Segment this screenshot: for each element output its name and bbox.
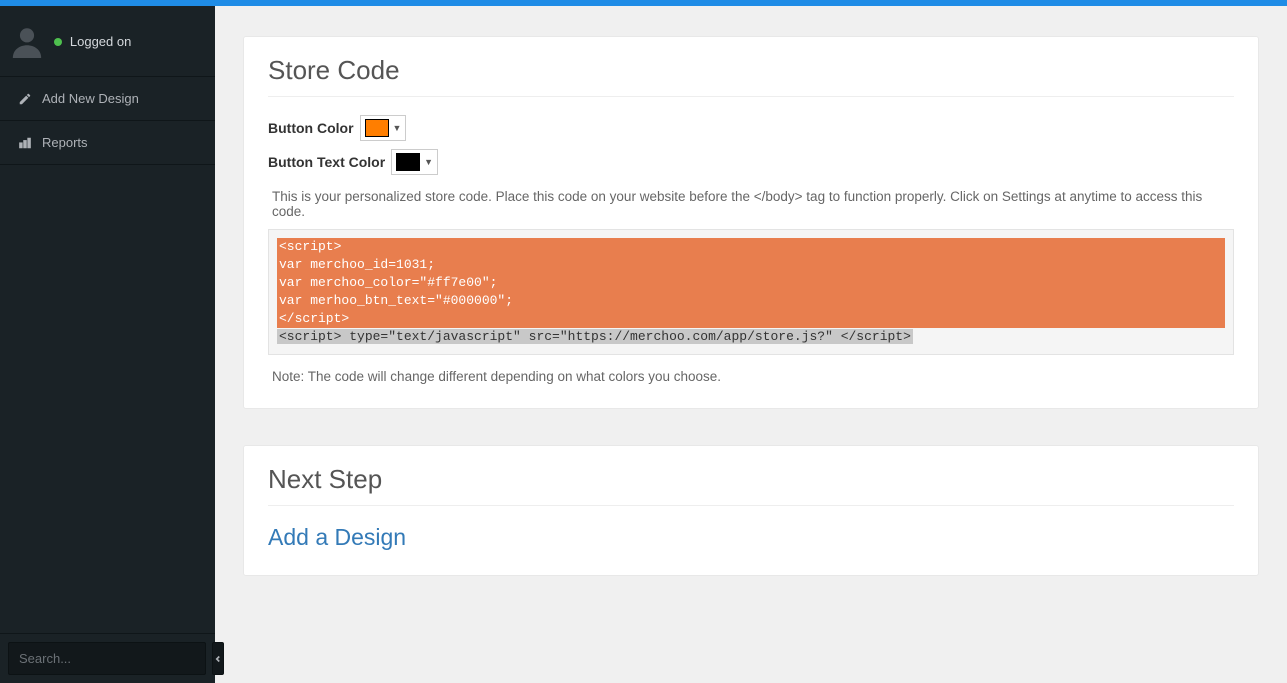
panel-title: Store Code — [268, 55, 1234, 97]
edit-icon — [18, 92, 32, 106]
code-highlight-main: <script> var merchoo_id=1031; var mercho… — [277, 238, 1225, 328]
button-text-color-picker[interactable]: ▼ — [391, 149, 438, 175]
store-code-panel: Store Code Button Color ▼ Button Text Co… — [243, 36, 1259, 409]
caret-down-icon: ▼ — [424, 157, 433, 167]
status-text: Logged on — [70, 34, 131, 49]
sidebar-item-add-design[interactable]: Add New Design — [0, 77, 215, 121]
button-text-color-row: Button Text Color ▼ — [268, 149, 1234, 175]
code-content: <script> var merchoo_id=1031; var mercho… — [277, 238, 1225, 346]
button-color-row: Button Color ▼ — [268, 115, 1234, 141]
bar-chart-icon — [18, 136, 32, 150]
sidebar: Logged on Add New Design Reports — [0, 6, 215, 683]
panel-title: Next Step — [268, 464, 1234, 506]
button-color-picker[interactable]: ▼ — [360, 115, 407, 141]
nav-label: Reports — [42, 135, 88, 150]
nav-label: Add New Design — [42, 91, 139, 106]
sidebar-bottom — [0, 633, 215, 683]
instruction-text: This is your personalized store code. Pl… — [272, 189, 1234, 219]
color-swatch — [365, 119, 389, 137]
code-highlight-tail: <script> type="text/javascript" src="htt… — [277, 329, 913, 344]
status: Logged on — [54, 33, 131, 49]
status-dot-icon — [54, 38, 62, 46]
caret-down-icon: ▼ — [393, 123, 402, 133]
button-text-color-label: Button Text Color — [268, 154, 385, 170]
profile-block: Logged on — [0, 6, 215, 76]
next-step-panel: Next Step Add a Design — [243, 445, 1259, 576]
user-icon — [10, 24, 44, 58]
sidebar-nav: Add New Design Reports — [0, 76, 215, 165]
code-box[interactable]: <script> var merchoo_id=1031; var mercho… — [268, 229, 1234, 355]
note-text: Note: The code will change different dep… — [272, 369, 1234, 384]
sidebar-item-reports[interactable]: Reports — [0, 121, 215, 165]
main-content: Store Code Button Color ▼ Button Text Co… — [215, 6, 1287, 683]
add-design-link[interactable]: Add a Design — [268, 524, 406, 550]
search-input[interactable] — [8, 642, 206, 675]
button-color-label: Button Color — [268, 120, 354, 136]
color-swatch — [396, 153, 420, 171]
